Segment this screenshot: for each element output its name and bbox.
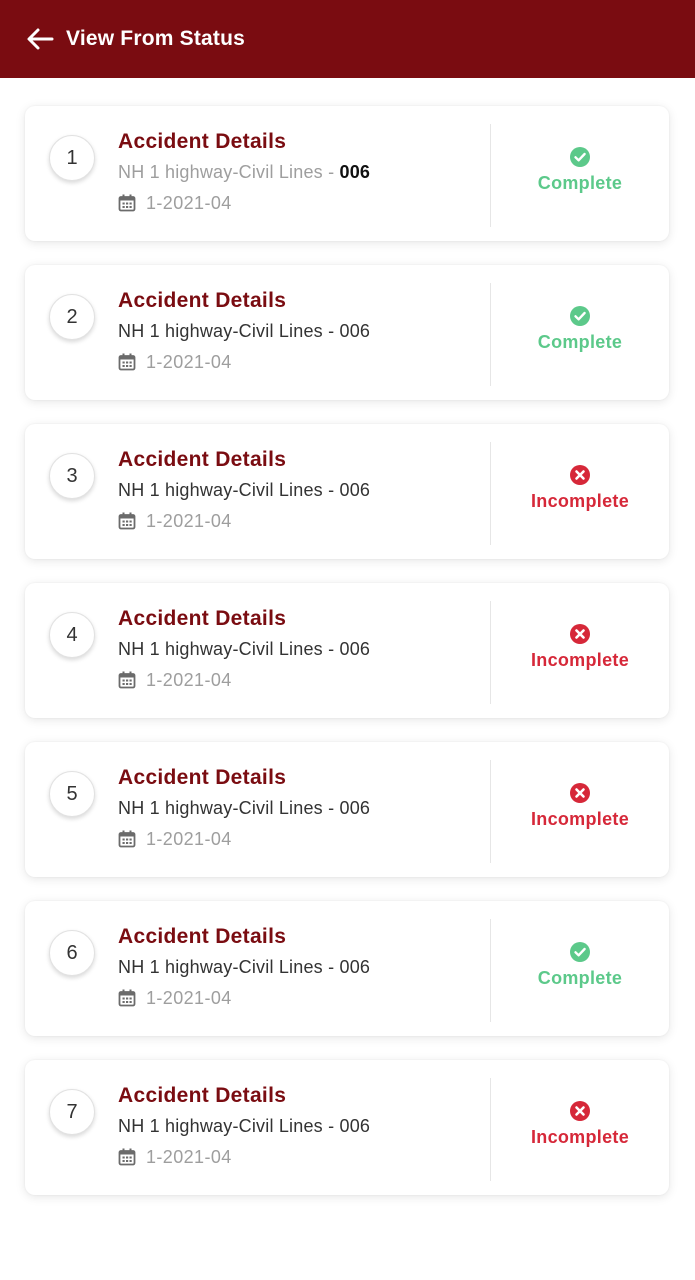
x-circle-icon bbox=[570, 783, 590, 803]
status-label: Complete bbox=[537, 968, 623, 988]
calendar-icon bbox=[118, 671, 136, 689]
location-text: NH 1 highway-Civil Lines - bbox=[118, 1116, 340, 1136]
divider bbox=[490, 1078, 491, 1181]
status-label: Complete bbox=[537, 332, 623, 352]
location-text: NH 1 highway-Civil Lines - bbox=[118, 480, 340, 500]
status-label: Complete bbox=[537, 173, 623, 193]
item-date: 1-2021-04 bbox=[118, 987, 491, 1009]
list-item[interactable]: 3 Accident Details NH 1 highway-Civil Li… bbox=[25, 424, 669, 559]
item-location: NH 1 highway-Civil Lines - 006 bbox=[118, 160, 491, 184]
item-title: Accident Details bbox=[118, 925, 287, 948]
calendar-icon bbox=[118, 512, 136, 530]
status-indicator: Incomplete bbox=[491, 742, 669, 877]
status-indicator: Complete bbox=[491, 901, 669, 1036]
item-location: NH 1 highway-Civil Lines - 006 bbox=[118, 796, 491, 820]
list-item[interactable]: 6 Accident Details NH 1 highway-Civil Li… bbox=[25, 901, 669, 1036]
item-title: Accident Details bbox=[118, 130, 287, 153]
status-label: Incomplete bbox=[530, 650, 630, 670]
list-item[interactable]: 7 Accident Details NH 1 highway-Civil Li… bbox=[25, 1060, 669, 1195]
x-circle-icon bbox=[570, 465, 590, 485]
status-indicator: Incomplete bbox=[491, 1060, 669, 1195]
page-title: View From Status bbox=[66, 27, 246, 50]
item-number-badge: 6 bbox=[49, 930, 95, 976]
divider bbox=[490, 442, 491, 545]
divider bbox=[490, 919, 491, 1022]
status-indicator: Complete bbox=[491, 106, 669, 241]
location-code: 006 bbox=[339, 480, 371, 500]
calendar-icon bbox=[118, 1148, 136, 1166]
check-circle-icon bbox=[570, 942, 590, 962]
date-text: 1-2021-04 bbox=[146, 192, 232, 213]
item-title: Accident Details bbox=[118, 1084, 287, 1107]
location-code: 006 bbox=[339, 639, 371, 659]
item-number-badge: 7 bbox=[49, 1089, 95, 1135]
divider bbox=[490, 601, 491, 704]
status-indicator: Complete bbox=[491, 265, 669, 400]
back-button[interactable] bbox=[24, 23, 56, 55]
location-code: 006 bbox=[339, 798, 371, 818]
location-text: NH 1 highway-Civil Lines - bbox=[118, 639, 340, 659]
date-text: 1-2021-04 bbox=[146, 510, 232, 531]
item-title: Accident Details bbox=[118, 766, 287, 789]
check-circle-icon bbox=[570, 306, 590, 326]
status-label: Incomplete bbox=[530, 491, 630, 511]
app-header: View From Status bbox=[0, 0, 695, 78]
location-code: 006 bbox=[339, 957, 371, 977]
location-code: 006 bbox=[339, 1116, 371, 1136]
item-date: 1-2021-04 bbox=[118, 1146, 491, 1168]
list-item[interactable]: 4 Accident Details NH 1 highway-Civil Li… bbox=[25, 583, 669, 718]
item-location: NH 1 highway-Civil Lines - 006 bbox=[118, 955, 491, 979]
check-circle-icon bbox=[570, 147, 590, 167]
item-title: Accident Details bbox=[118, 448, 287, 471]
status-label: Incomplete bbox=[530, 1127, 630, 1147]
item-number-badge: 1 bbox=[49, 135, 95, 181]
calendar-icon bbox=[118, 830, 136, 848]
location-text: NH 1 highway-Civil Lines - bbox=[118, 957, 340, 977]
item-number-badge: 2 bbox=[49, 294, 95, 340]
status-indicator: Incomplete bbox=[491, 424, 669, 559]
status-label: Incomplete bbox=[530, 809, 630, 829]
date-text: 1-2021-04 bbox=[146, 351, 232, 372]
item-date: 1-2021-04 bbox=[118, 510, 491, 532]
item-date: 1-2021-04 bbox=[118, 669, 491, 691]
item-location: NH 1 highway-Civil Lines - 006 bbox=[118, 478, 491, 502]
divider bbox=[490, 283, 491, 386]
item-location: NH 1 highway-Civil Lines - 006 bbox=[118, 319, 491, 343]
date-text: 1-2021-04 bbox=[146, 828, 232, 849]
item-title: Accident Details bbox=[118, 607, 287, 630]
divider bbox=[490, 760, 491, 863]
calendar-icon bbox=[118, 353, 136, 371]
item-location: NH 1 highway-Civil Lines - 006 bbox=[118, 637, 491, 661]
date-text: 1-2021-04 bbox=[146, 669, 232, 690]
list-item[interactable]: 5 Accident Details NH 1 highway-Civil Li… bbox=[25, 742, 669, 877]
location-text: NH 1 highway-Civil Lines - bbox=[118, 162, 340, 182]
calendar-icon bbox=[118, 194, 136, 212]
item-date: 1-2021-04 bbox=[118, 351, 491, 373]
arrow-left-icon bbox=[27, 28, 54, 50]
item-date: 1-2021-04 bbox=[118, 192, 491, 214]
item-location: NH 1 highway-Civil Lines - 006 bbox=[118, 1114, 491, 1138]
list-item[interactable]: 2 Accident Details NH 1 highway-Civil Li… bbox=[25, 265, 669, 400]
location-text: NH 1 highway-Civil Lines - bbox=[118, 321, 340, 341]
item-number-badge: 5 bbox=[49, 771, 95, 817]
item-date: 1-2021-04 bbox=[118, 828, 491, 850]
location-code: 006 bbox=[339, 321, 371, 341]
status-list: 1 Accident Details NH 1 highway-Civil Li… bbox=[0, 78, 695, 1195]
location-code: 006 bbox=[339, 162, 371, 182]
calendar-icon bbox=[118, 989, 136, 1007]
x-circle-icon bbox=[570, 624, 590, 644]
list-item[interactable]: 1 Accident Details NH 1 highway-Civil Li… bbox=[25, 106, 669, 241]
status-indicator: Incomplete bbox=[491, 583, 669, 718]
location-text: NH 1 highway-Civil Lines - bbox=[118, 798, 340, 818]
item-number-badge: 3 bbox=[49, 453, 95, 499]
divider bbox=[490, 124, 491, 227]
date-text: 1-2021-04 bbox=[146, 987, 232, 1008]
item-number-badge: 4 bbox=[49, 612, 95, 658]
x-circle-icon bbox=[570, 1101, 590, 1121]
item-title: Accident Details bbox=[118, 289, 287, 312]
date-text: 1-2021-04 bbox=[146, 1146, 232, 1167]
